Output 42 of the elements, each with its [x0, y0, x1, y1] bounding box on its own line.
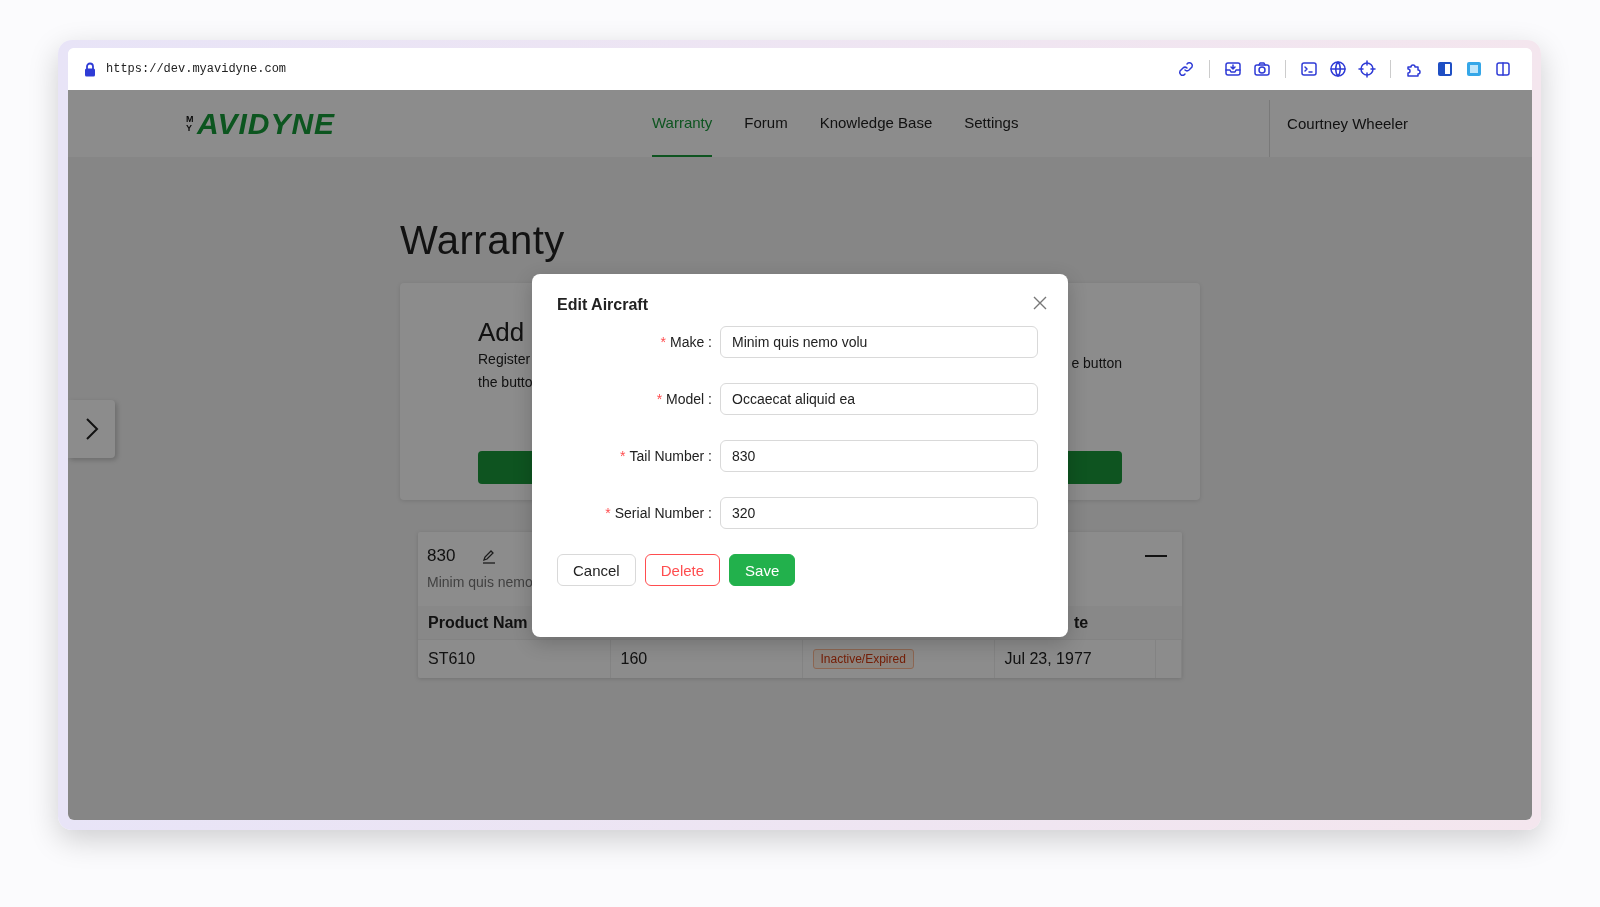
nav-tab[interactable]: Forum: [744, 90, 788, 157]
camera-icon[interactable]: [1253, 60, 1271, 78]
nav-tab[interactable]: Settings: [964, 90, 1019, 157]
crosshair-icon[interactable]: [1358, 60, 1376, 78]
input-field[interactable]: Occaecat aliquid ea: [720, 383, 1038, 415]
input-field[interactable]: 320: [720, 497, 1038, 529]
cancel-button[interactable]: Cancel: [557, 554, 636, 586]
card-text: Register: [478, 350, 531, 369]
edit-icon[interactable]: [481, 548, 498, 564]
field-label: * Model :: [655, 391, 713, 407]
book-icon[interactable]: [1436, 60, 1454, 78]
input-field[interactable]: 830: [720, 440, 1038, 472]
modal-title: Edit Aircraft: [557, 296, 648, 314]
card-text: the butto: [478, 373, 533, 392]
status-badge: Inactive/Expired: [812, 649, 914, 669]
field-label: * Serial Number :: [604, 505, 713, 521]
terminal-icon[interactable]: [1300, 60, 1318, 78]
table-cell: 160: [610, 639, 802, 678]
link-icon[interactable]: [1177, 60, 1195, 78]
delete-button[interactable]: Delete: [644, 554, 721, 586]
page-title: Warranty: [400, 217, 566, 260]
aircraft-subtitle: Minim quis nemo: [427, 574, 533, 590]
url-text[interactable]: https://dev.myavidyne.com: [106, 62, 287, 76]
field-label: * Tail Number :: [619, 448, 713, 464]
tail-number: 830: [427, 546, 456, 566]
sidebar-icon[interactable]: [1494, 60, 1512, 78]
table-cell: ST610: [418, 639, 610, 678]
field-label: * Make :: [659, 334, 713, 350]
card-title: Add: [478, 317, 525, 348]
nav-tab[interactable]: Knowledge Base: [819, 90, 933, 157]
chevron-right-icon: [84, 417, 99, 441]
input-field[interactable]: Minim quis nemo volu: [720, 326, 1038, 358]
user-name[interactable]: Courtney Wheeler: [1270, 90, 1532, 157]
sidebar-toggle[interactable]: [68, 400, 115, 458]
square-icon[interactable]: [1465, 60, 1483, 78]
collapse-icon[interactable]: [1145, 554, 1167, 558]
card-text: e button: [1071, 354, 1122, 373]
close-icon[interactable]: [1033, 296, 1047, 310]
lock-icon: [84, 61, 96, 77]
inbox-icon[interactable]: [1224, 60, 1242, 78]
table-cell: Jul 23, 1977: [994, 639, 1156, 678]
globe-icon[interactable]: [1329, 60, 1347, 78]
